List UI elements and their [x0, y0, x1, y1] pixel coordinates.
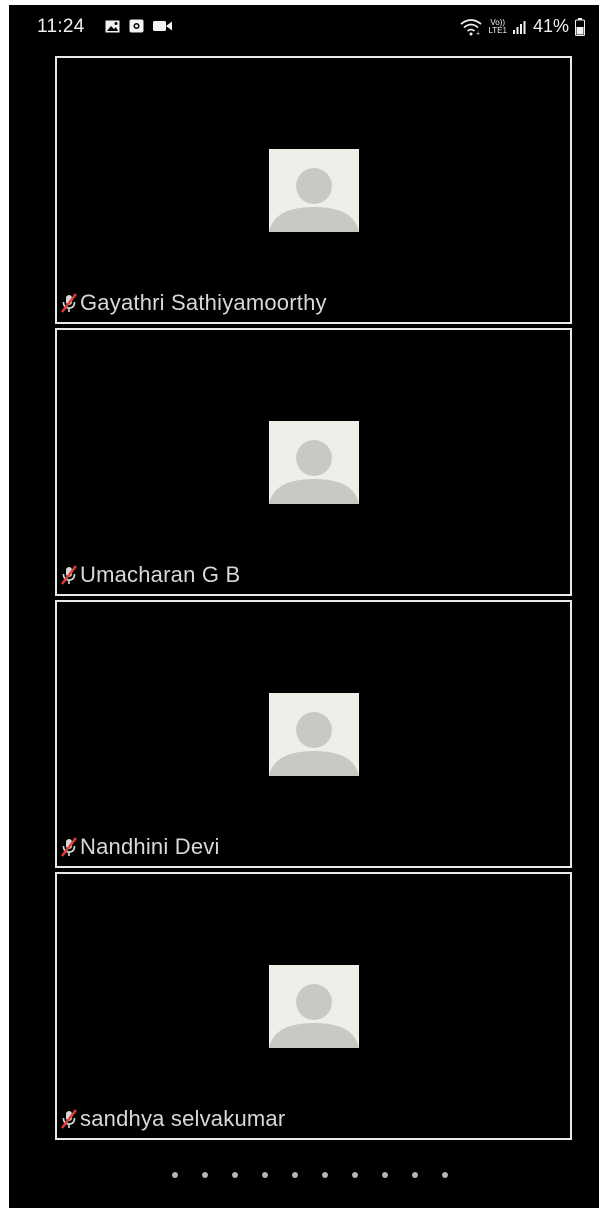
participant-tile[interactable]: Gayathri Sathiyamoorthy — [55, 56, 572, 324]
video-camera-icon — [153, 21, 172, 31]
participant-name: Nandhini Devi — [80, 834, 220, 859]
status-right-icons: + Vo)) LTE1 41% — [460, 16, 585, 37]
volte-label: Vo)) LTE1 — [488, 18, 507, 35]
page-dot[interactable] — [232, 1172, 238, 1178]
page-dot[interactable] — [292, 1172, 298, 1178]
screen-record-icon — [129, 19, 144, 33]
avatar — [269, 149, 359, 232]
battery-icon — [575, 17, 585, 36]
participant-name: Gayathri Sathiyamoorthy — [80, 290, 327, 315]
participant-tile[interactable]: Nandhini Devi — [55, 600, 572, 868]
image-icon — [105, 20, 120, 32]
default-avatar-icon — [269, 984, 359, 1048]
participant-name: sandhya selvakumar — [80, 1106, 286, 1131]
page-dot[interactable] — [352, 1172, 358, 1178]
svg-text:+: + — [476, 30, 480, 36]
battery-percent: 41% — [532, 16, 569, 36]
participant-name-row: Nandhini Devi — [60, 834, 220, 860]
muted-mic-icon — [61, 565, 77, 585]
default-avatar-icon — [269, 168, 359, 232]
page-dot[interactable] — [262, 1172, 268, 1178]
muted-mic-icon — [61, 837, 77, 857]
page-dot[interactable] — [412, 1172, 418, 1178]
participant-name: Umacharan G B — [80, 562, 241, 587]
avatar — [269, 421, 359, 504]
page-dot[interactable] — [202, 1172, 208, 1178]
muted-mic-icon — [61, 293, 77, 313]
participant-name-row: Umacharan G B — [60, 562, 240, 588]
participant-tile[interactable]: sandhya selvakumar — [55, 872, 572, 1140]
avatar — [269, 693, 359, 776]
page-dot[interactable] — [322, 1172, 328, 1178]
page-dot[interactable] — [172, 1172, 178, 1178]
page-dot[interactable] — [442, 1172, 448, 1178]
page-dot[interactable] — [382, 1172, 388, 1178]
status-time: 11:24 — [37, 16, 85, 37]
participant-name-row: sandhya selvakumar — [60, 1106, 285, 1132]
volte-label-bottom: LTE1 — [488, 25, 507, 35]
avatar — [269, 965, 359, 1048]
default-avatar-icon — [269, 712, 359, 776]
participant-tile[interactable]: Umacharan G B — [55, 328, 572, 596]
status-notification-icons — [105, 19, 172, 33]
participant-name-row: Gayathri Sathiyamoorthy — [60, 290, 327, 316]
wifi-icon: + — [460, 18, 482, 36]
phone-screen: 11:24 + Vo)) LTE1 41% Gayathri Sathiyamo… — [9, 5, 599, 1208]
default-avatar-icon — [269, 440, 359, 504]
page-indicator[interactable] — [172, 1172, 448, 1178]
signal-icon — [512, 20, 526, 34]
muted-mic-icon — [61, 1109, 77, 1129]
status-bar: 11:24 + Vo)) LTE1 41% — [9, 5, 599, 45]
